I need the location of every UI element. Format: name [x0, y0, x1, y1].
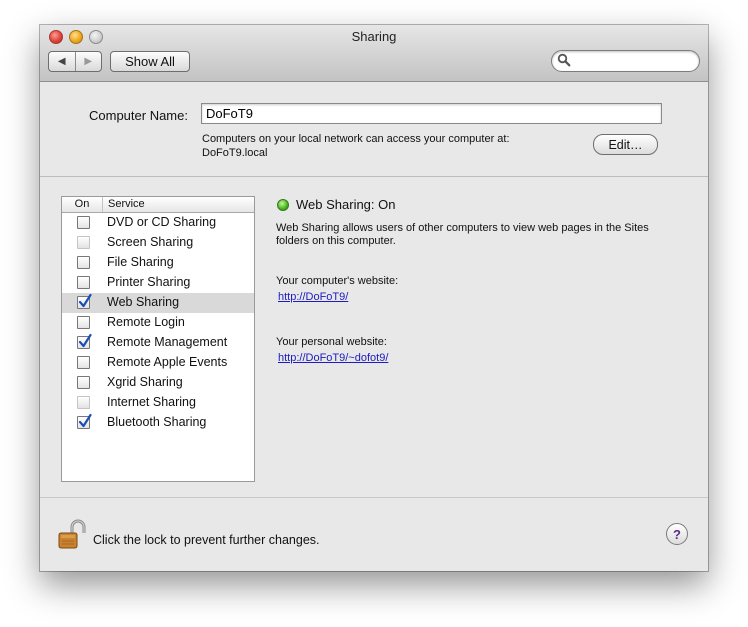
computer-name-input[interactable]: DoFoT9 [201, 103, 662, 124]
window-title: Sharing [351, 29, 397, 44]
personal-website-label: Your personal website: [276, 336, 387, 348]
service-name: Remote Management [107, 335, 228, 349]
service-checkbox[interactable] [77, 376, 90, 389]
search-icon [557, 53, 571, 67]
service-checkbox[interactable] [77, 216, 90, 229]
computer-website-link[interactable]: http://DoFoT9/ [278, 291, 348, 303]
search-field[interactable] [551, 50, 700, 72]
service-status-title: Web Sharing: On [296, 197, 396, 212]
service-checkbox[interactable] [77, 413, 92, 429]
service-row[interactable]: Remote Apple Events [62, 353, 254, 373]
service-checkbox [77, 236, 90, 249]
service-name: Remote Apple Events [107, 355, 228, 369]
service-name: File Sharing [107, 255, 174, 269]
checkmark-icon [78, 293, 92, 308]
service-name: DVD or CD Sharing [107, 215, 217, 229]
back-forward-group: ◀ ▶ [48, 51, 102, 72]
service-name: Remote Login [107, 315, 185, 329]
footer-section: Click the lock to prevent further change… [40, 498, 708, 571]
service-checkbox[interactable] [77, 316, 90, 329]
service-checkbox[interactable] [77, 276, 90, 289]
service-name: Printer Sharing [107, 275, 191, 289]
forward-arrow-icon: ▶ [84, 56, 93, 67]
service-row[interactable]: Screen Sharing [62, 233, 254, 253]
computer-website-label: Your computer's website: [276, 275, 399, 287]
service-checkbox[interactable] [77, 333, 92, 349]
computer-address-text: Computers on your local network can acce… [202, 133, 510, 145]
service-description-line: Web Sharing allows users of other comput… [276, 222, 649, 234]
service-checkbox[interactable] [77, 293, 92, 309]
service-row[interactable]: Bluetooth Sharing [62, 413, 254, 433]
service-checkbox[interactable] [77, 256, 90, 269]
computer-address-description: Computers on your local network can acce… [202, 132, 510, 160]
edit-button[interactable]: Edit… [593, 134, 658, 155]
forward-button[interactable]: ▶ [74, 52, 102, 71]
service-description: Web Sharing allows users of other comput… [276, 222, 696, 248]
back-button[interactable]: ◀ [49, 52, 75, 71]
sharing-window: Sharing ◀ ▶ Show All Computer Name: DoFo… [40, 25, 708, 571]
services-section: On Service DVD or CD Sharing Screen Shari… [40, 177, 708, 498]
service-rows: DVD or CD Sharing Screen Sharing File Shar… [62, 213, 254, 433]
service-row[interactable]: Remote Login [62, 313, 254, 333]
service-row[interactable]: File Sharing [62, 253, 254, 273]
lock-instruction-text: Click the lock to prevent further change… [93, 533, 320, 547]
lock-icon[interactable] [58, 519, 86, 551]
checkmark-icon [78, 333, 92, 348]
service-row[interactable]: Remote Management [62, 333, 254, 353]
personal-website-link[interactable]: http://DoFoT9/~dofot9/ [278, 352, 388, 364]
search-input[interactable] [574, 53, 696, 70]
back-arrow-icon: ◀ [57, 56, 66, 67]
service-name: Internet Sharing [107, 395, 196, 409]
service-row[interactable]: Internet Sharing [62, 393, 254, 413]
service-checkbox [77, 396, 90, 409]
service-name: Xgrid Sharing [107, 375, 183, 389]
service-row[interactable]: DVD or CD Sharing [62, 213, 254, 233]
show-all-button[interactable]: Show All [110, 51, 190, 72]
checkmark-icon [78, 413, 92, 428]
computer-local-address: DoFoT9.local [202, 147, 268, 159]
service-list-header: On Service [62, 197, 254, 213]
service-description-line: folders on this computer. [276, 235, 396, 247]
help-button[interactable]: ? [666, 523, 688, 545]
computer-name-section: Computer Name: DoFoT9 Computers on your … [40, 82, 708, 177]
service-name: Web Sharing [107, 295, 180, 309]
service-row[interactable]: Printer Sharing [62, 273, 254, 293]
service-row[interactable]: Xgrid Sharing [62, 373, 254, 393]
service-name: Bluetooth Sharing [107, 415, 207, 429]
window-toolbar: Sharing ◀ ▶ Show All [40, 25, 708, 82]
service-row[interactable]: Web Sharing [62, 293, 254, 313]
column-header-service[interactable]: Service [103, 197, 145, 212]
service-name: Screen Sharing [107, 235, 194, 249]
status-indicator-icon [277, 199, 289, 211]
column-header-on[interactable]: On [62, 197, 103, 212]
computer-name-label: Computer Name: [89, 108, 188, 123]
service-list: On Service DVD or CD Sharing Screen Shari… [61, 196, 255, 482]
service-checkbox[interactable] [77, 356, 90, 369]
